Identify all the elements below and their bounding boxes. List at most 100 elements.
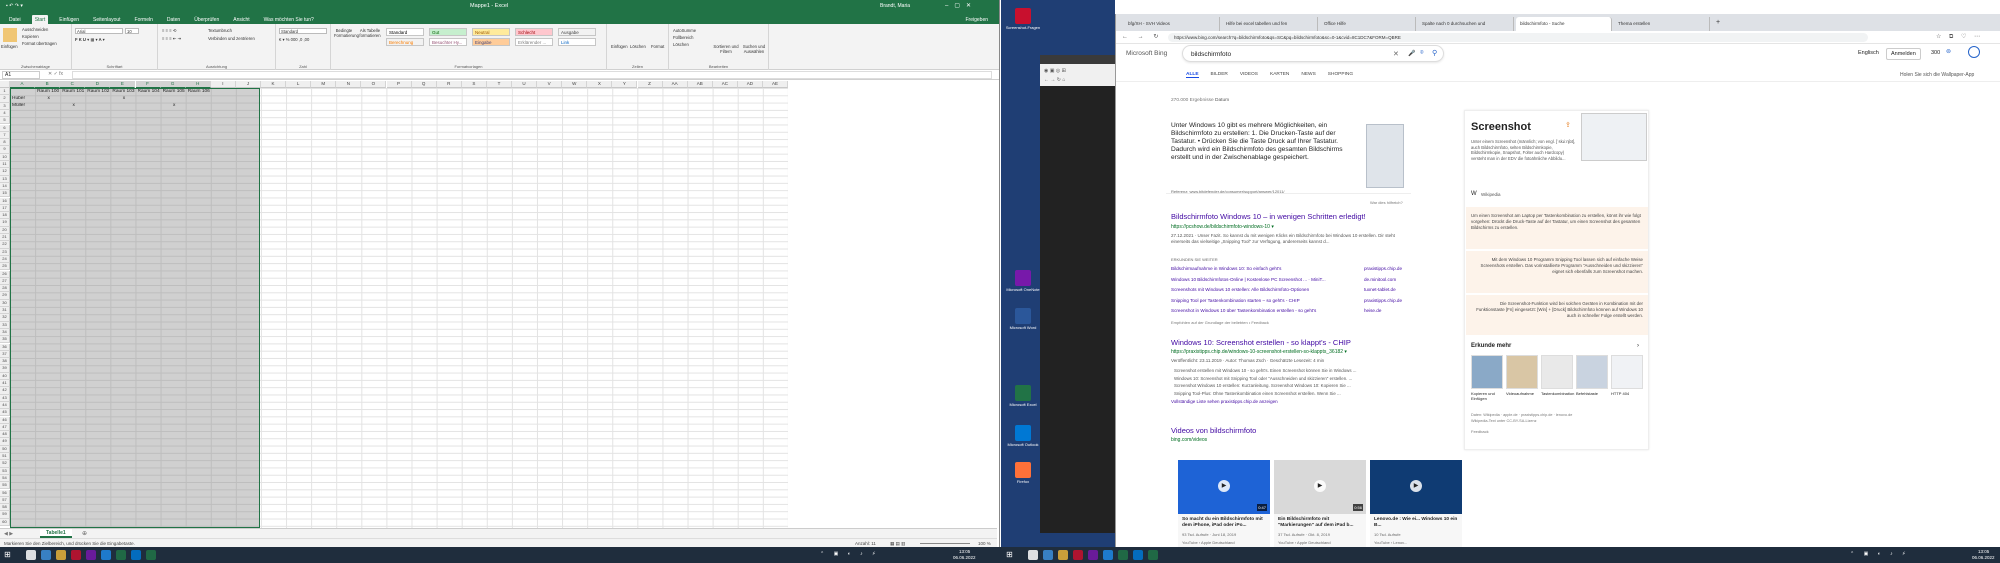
column-header-o[interactable]: O — [361, 81, 387, 88]
windows-start-icon[interactable]: ⊞ — [4, 550, 11, 559]
row-header[interactable]: 27 — [0, 277, 10, 286]
related-link[interactable]: Screenshots mit Windows 10 erstellen: Al… — [1171, 287, 1351, 292]
taskbar-app-icon[interactable] — [86, 550, 96, 560]
taskbar-app-icon[interactable] — [1103, 550, 1113, 560]
taskbar-app-icon[interactable] — [1148, 550, 1158, 560]
cell-style-3[interactable]: Schlecht — [515, 28, 553, 36]
user-name[interactable]: Brandt, Maria — [880, 3, 910, 9]
column-header-x[interactable]: X — [587, 81, 613, 88]
row-header[interactable]: 51 — [0, 453, 10, 461]
column-header-r[interactable]: R — [436, 81, 462, 88]
autosum-button[interactable]: AutoSumme — [673, 28, 696, 33]
new-tab-button[interactable]: + — [1714, 17, 1726, 31]
tab-datei[interactable]: Datei — [6, 15, 24, 24]
column-header-l[interactable]: L — [286, 81, 312, 88]
wrap-text-button[interactable]: Textumbruch — [208, 28, 232, 33]
video-card[interactable]: ▶ 0:47 So macht du ein Bildschirmfoto mit … — [1178, 460, 1270, 547]
row-header[interactable]: 60 — [0, 518, 10, 526]
taskbar-app-icon[interactable] — [116, 550, 126, 560]
taskbar-app-icon[interactable] — [101, 550, 111, 560]
row-header[interactable]: 12 — [0, 168, 10, 176]
video-card[interactable]: ▶ 0:56 Ein Bildschirmfoto mit "Markierunge… — [1274, 460, 1366, 547]
column-header-t[interactable]: T — [486, 81, 512, 88]
column-header-e[interactable]: E — [110, 81, 136, 88]
explore-thumbnail[interactable] — [1576, 355, 1608, 389]
filter-karten[interactable]: KARTEN — [1270, 72, 1289, 78]
row-header[interactable]: 19 — [0, 219, 10, 227]
tab-seitenlayout[interactable]: Seitenlayout — [90, 15, 124, 24]
column-header-i[interactable]: I — [210, 81, 236, 88]
row-header[interactable]: 2 — [0, 95, 10, 103]
format-as-table-button[interactable]: Als Tabelle formatieren — [359, 28, 381, 38]
answer-thumbnail[interactable] — [1366, 124, 1404, 188]
row-header[interactable]: 46 — [0, 416, 10, 424]
cell-style-4[interactable]: Ausgabe — [558, 28, 596, 36]
filter-alle[interactable]: ALLE — [1186, 72, 1199, 78]
row-header[interactable]: 17 — [0, 204, 10, 213]
cell[interactable]: Raum 105 — [163, 89, 186, 94]
column-header-s[interactable]: S — [461, 81, 487, 88]
bing-logo[interactable]: Microsoft Bing — [1126, 50, 1167, 57]
row-header[interactable]: 36 — [0, 343, 10, 351]
format-cells-button[interactable]: Format — [651, 44, 664, 49]
taskbar-app-icon[interactable] — [71, 550, 81, 560]
row-header[interactable]: 48 — [0, 431, 10, 439]
row-header[interactable]: 42 — [0, 387, 10, 395]
row-header[interactable]: 30 — [0, 299, 10, 307]
explore-thumbnail[interactable] — [1541, 355, 1573, 389]
column-header-n[interactable]: N — [336, 81, 362, 88]
row-header[interactable]: 14 — [0, 182, 10, 191]
play-icon[interactable]: ▶ — [1218, 480, 1230, 492]
related-source[interactable]: de.minitool.com — [1364, 277, 1396, 282]
row-header[interactable]: 43 — [0, 394, 10, 402]
cell-style-9[interactable]: Link — [558, 38, 596, 46]
row-header[interactable]: 8 — [0, 139, 10, 147]
video-thumbnail[interactable]: ▶ 0:56 — [1274, 460, 1366, 514]
explore-item[interactable]: Tastenkombination — [1541, 355, 1574, 411]
cell[interactable]: Müller — [12, 103, 35, 108]
related-link[interactable]: Snipping Tool per Tastenkombination star… — [1171, 298, 1351, 303]
sort-filter-button[interactable]: Sortieren und Filtern — [713, 44, 739, 54]
result-url[interactable]: https://pcshow.de/bildschirmfoto-windows… — [1171, 224, 1274, 230]
row-header[interactable]: 34 — [0, 328, 10, 337]
clock-date[interactable]: 06.06.2022 — [953, 555, 976, 560]
taskbar-app-icon[interactable] — [1088, 550, 1098, 560]
find-select-button[interactable]: Suchen und Auswählen — [741, 44, 767, 54]
row-header[interactable]: 28 — [0, 285, 10, 293]
mic-icon[interactable]: 🎤 — [1408, 50, 1415, 57]
explore-thumbnail[interactable] — [1611, 355, 1643, 389]
row-header[interactable]: 40 — [0, 372, 10, 380]
column-header-ae[interactable]: AE — [763, 81, 789, 88]
video-thumbnail[interactable]: ▶ 0:47 — [1178, 460, 1270, 514]
explore-item[interactable]: Kopieren und Einfügen — [1471, 355, 1503, 411]
taskbar-app-icon[interactable] — [1028, 550, 1038, 560]
search-input[interactable]: bildschirmfoto — [1191, 51, 1231, 58]
tab-daten[interactable]: Daten — [164, 15, 183, 24]
row-header[interactable]: 38 — [0, 358, 10, 366]
font-name-select[interactable]: Arial — [75, 28, 123, 34]
cell-style-1[interactable]: Gut — [429, 28, 467, 36]
row-header[interactable]: 59 — [0, 511, 10, 519]
row-header[interactable]: 49 — [0, 438, 10, 446]
row-header[interactable]: 11 — [0, 161, 10, 169]
result-url[interactable]: https://praxistipps.chip.de/windows-10-s… — [1171, 349, 1347, 355]
desktop-icon[interactable]: Screenshot-Fragen — [1005, 8, 1041, 30]
rewards-icon[interactable]: ⊚ — [1946, 48, 1951, 55]
cell[interactable]: Raum 104 — [138, 89, 161, 94]
row-header[interactable]: 37 — [0, 350, 10, 359]
video-title[interactable]: So macht du ein Bildschirmfoto mit dem i… — [1182, 517, 1268, 529]
sheet-nav-arrows[interactable]: ◀ ▶ — [4, 531, 13, 537]
column-header-d[interactable]: D — [85, 81, 111, 88]
delete-cells-button[interactable]: Löschen — [630, 44, 646, 49]
row-header[interactable]: 20 — [0, 226, 10, 234]
language-link[interactable]: Englisch — [1858, 50, 1879, 56]
quick-access-toolbar[interactable]: ▪ ↶ ↷ ▾ — [6, 3, 23, 9]
visual-search-icon[interactable]: ⌾ — [1420, 50, 1424, 57]
search-icon[interactable]: ⚲ — [1432, 49, 1437, 57]
share-button[interactable]: Freigeben — [962, 15, 991, 24]
cell[interactable]: x — [62, 103, 85, 108]
zoom-slider[interactable] — [920, 543, 970, 544]
browser-nav-buttons[interactable]: ← → ↻ — [1122, 33, 1162, 40]
taskbar-app-icon[interactable] — [1058, 550, 1068, 560]
cell[interactable]: Huber — [12, 96, 35, 101]
